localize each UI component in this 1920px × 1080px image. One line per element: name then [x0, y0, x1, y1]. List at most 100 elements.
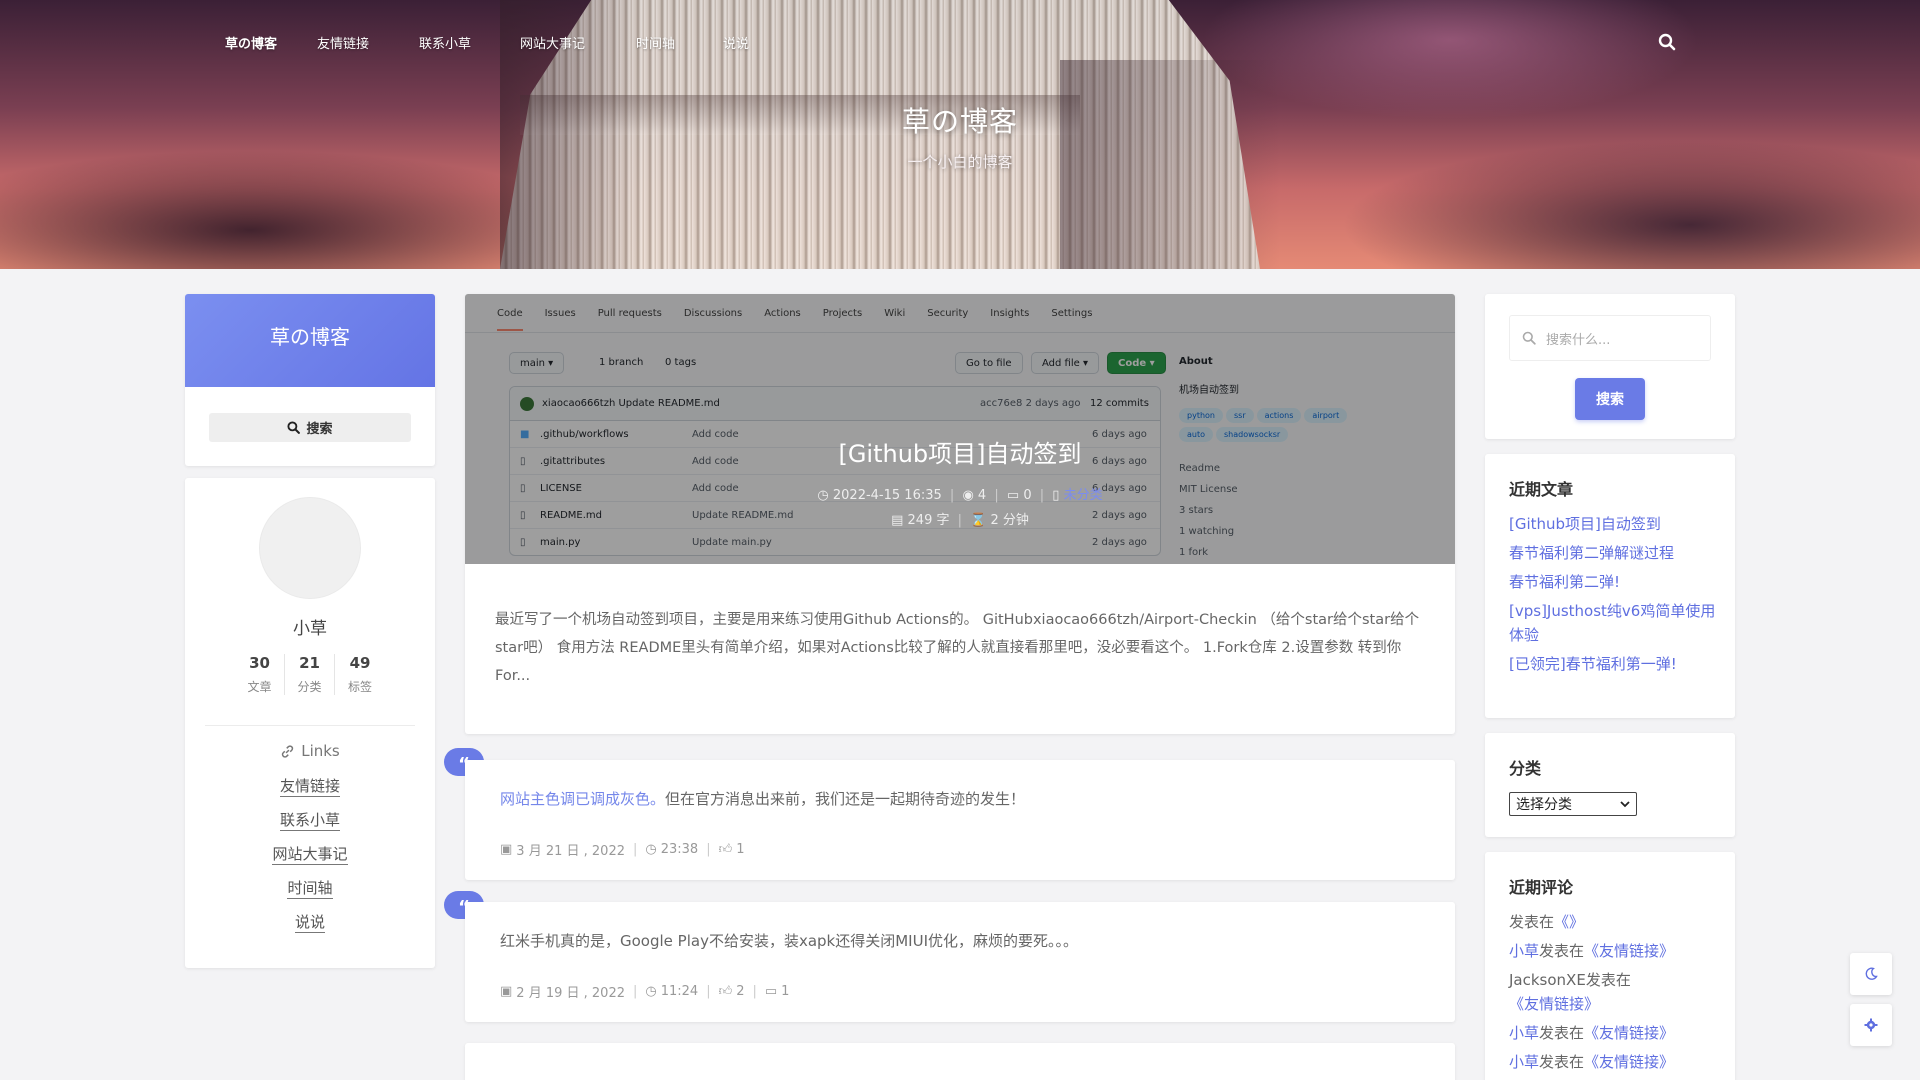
post-words: 249 字 [907, 513, 950, 528]
talk-likes: 1 [736, 842, 745, 857]
calendar-icon: ▣ [500, 984, 513, 999]
recent-post-link[interactable]: 春节福利第二弹解谜过程 [1509, 541, 1719, 565]
recent-comment[interactable]: JacksonXE发表在《友情链接》 [1509, 968, 1719, 1016]
recent-comment[interactable]: 小草发表在《友情链接》 [1509, 1021, 1719, 1045]
avatar[interactable] [259, 497, 361, 599]
nav-item-talk[interactable]: 说说 [723, 33, 749, 52]
stat-categories[interactable]: 21 分类 [285, 654, 335, 695]
chevron-down-icon [1620, 801, 1630, 808]
widget-title: 近期评论 [1509, 878, 1574, 897]
talk-text: 红米手机真的是，Google Play不给安装，装xapk还得关闭MIUI优化，… [500, 932, 1078, 950]
recent-comments-widget: 近期评论 发表在《》 小草发表在《友情链接》 JacksonXE发表在《友情链接… [1485, 852, 1735, 1080]
recent-comment[interactable]: 小草发表在《友情链接》 [1509, 1050, 1719, 1074]
clock-icon: ◷ [817, 488, 829, 503]
file-icon: ▤ [891, 513, 904, 528]
settings-button[interactable] [1850, 1004, 1892, 1046]
widget-title: 分类 [1509, 759, 1542, 778]
author-stats: 30 文章 21 分类 49 标签 [235, 654, 385, 695]
nav-brand[interactable]: 草の博客 [225, 33, 277, 52]
profile-link-talk[interactable]: 说说 [185, 911, 435, 933]
site-card: 草の博客 搜索 [185, 294, 435, 466]
recent-posts-widget: 近期文章 [Github项目]自动签到 春节福利第二弹解谜过程 春节福利第二弹!… [1485, 454, 1735, 718]
stat-label: 文章 [247, 680, 272, 694]
widget-title: 近期文章 [1509, 480, 1574, 499]
sidebar-search-button[interactable]: 搜索 [209, 413, 411, 442]
author-name: 小草 [293, 619, 327, 639]
top-nav: 草の博客 友情链接 联系小草 网站大事记 时间轴 说说 [0, 0, 1920, 86]
gear-icon [1864, 1018, 1878, 1032]
post-thumbnail[interactable]: Code Issues Pull requests Discussions Ac… [465, 294, 1455, 564]
post-read-time: 2 分钟 [990, 513, 1029, 528]
talk-text: 网站主色调已调成灰色。但在官方消息出来前，我们还是一起期待奇迹的发生！ [500, 790, 1026, 808]
nav-item-timeline[interactable]: 时间轴 [636, 33, 675, 52]
recent-post-link[interactable]: 春节福利第二弹! [1509, 570, 1719, 594]
stat-label: 标签 [347, 680, 372, 694]
thumbs-up-icon[interactable]: 👍︎ [719, 984, 733, 999]
nav-item-friend-links[interactable]: 友情链接 [317, 33, 369, 52]
divider [205, 725, 415, 726]
stat-posts[interactable]: 30 文章 [235, 654, 285, 695]
stat-number: 30 [249, 654, 270, 672]
post-views: 4 [977, 488, 987, 503]
post-date: 2022-4-15 16:35 [832, 488, 942, 503]
search-placeholder: 搜索什么... [1546, 332, 1611, 348]
category-select[interactable]: 选择分类 [1509, 792, 1637, 816]
thumbs-up-icon[interactable]: 👍︎ [719, 842, 733, 857]
talk-date: 3 月 21 日 , 2022 [516, 844, 625, 859]
search-icon [1522, 331, 1536, 345]
stat-label: 分类 [297, 680, 322, 694]
stat-number: 21 [299, 654, 320, 672]
clock-icon: ◷ [645, 842, 657, 857]
moon-icon [1865, 967, 1878, 980]
recent-comment[interactable]: 小草发表在《友情链接》 [1509, 939, 1719, 963]
clock-icon: ◷ [645, 984, 657, 999]
recent-post-link[interactable]: [vps]Justhost纯v6鸡简单使用体验 [1509, 599, 1719, 647]
nav-item-milestones[interactable]: 网站大事记 [520, 33, 585, 52]
profile-link-milestones[interactable]: 网站大事记 [185, 843, 435, 865]
post-meta-stats: ▤ 249 字 | ⌛ 2 分钟 [891, 513, 1029, 528]
comment-icon[interactable]: ▭ [765, 984, 777, 999]
talk-date: 2 月 19 日 , 2022 [516, 986, 625, 1001]
recent-post-link[interactable]: [Github项目]自动签到 [1509, 512, 1719, 536]
search-button[interactable]: 搜索 [1575, 378, 1645, 420]
hourglass-icon: ⌛ [970, 513, 987, 528]
search-icon[interactable] [1658, 33, 1676, 51]
post-comments: 0 [1023, 488, 1032, 503]
categories-widget: 分类 选择分类 [1485, 733, 1735, 837]
site-card-title: 草の博客 [185, 294, 435, 387]
hero-title: 草の博客 [901, 105, 1018, 138]
links-heading: Links [185, 742, 435, 760]
profile-link-contact[interactable]: 联系小草 [185, 809, 435, 831]
recent-post-link[interactable]: [已领完]春节福利第一弹! [1509, 652, 1719, 676]
search-icon [287, 421, 301, 434]
post-card[interactable]: Code Issues Pull requests Discussions Ac… [465, 294, 1455, 734]
hero-subtitle: 一个小白的博客 [907, 153, 1013, 171]
recent-comment[interactable]: 发表在《》 [1509, 910, 1719, 934]
talk-meta: ▣ 2 月 19 日 , 2022 | ◷ 11:24 | 👍︎ 2 | ▭ 1 [500, 984, 790, 1001]
sidebar-search-label: 搜索 [306, 422, 333, 437]
talk-time: 23:38 [660, 842, 699, 857]
nav-item-contact[interactable]: 联系小草 [419, 33, 471, 52]
links-heading-label: Links [301, 742, 340, 760]
stat-number: 49 [349, 654, 371, 672]
talk-card: 网站主色调已调成灰色。但在官方消息出来前，我们还是一起期待奇迹的发生！ ▣ 3 月… [465, 760, 1455, 880]
post-meta: ◷ 2022-4-15 16:35 | ◉ 4 | ▭ 0 | ▯ 未分类 [817, 488, 1103, 503]
search-widget: 搜索什么... 搜索 [1485, 294, 1735, 439]
comment-icon: ▭ [1006, 488, 1020, 503]
talk-comments: 1 [781, 984, 790, 999]
profile-link-timeline[interactable]: 时间轴 [185, 877, 435, 899]
talk-card: 红米手机真的是，Google Play不给安装，装xapk还得关闭MIUI优化，… [465, 902, 1455, 1022]
link-icon [282, 744, 294, 758]
talk-likes: 2 [736, 984, 745, 999]
search-input[interactable]: 搜索什么... [1509, 315, 1711, 361]
eye-icon: ◉ [962, 488, 974, 503]
bookmark-icon: ▯ [1052, 488, 1060, 503]
post-excerpt: 最近写了一个机场自动签到项目，主要是用来练习使用Github Actions的。… [495, 612, 1420, 684]
post-title[interactable]: [Github项目]自动签到 [465, 434, 1455, 469]
profile-link-friends[interactable]: 友情链接 [185, 775, 435, 797]
dark-mode-button[interactable] [1850, 953, 1892, 995]
profile-card: 小草 30 文章 21 分类 49 标签 Links 友情链接 联系小草 网站大… [185, 478, 435, 968]
stat-tags[interactable]: 49 标签 [335, 654, 385, 695]
post-category: 未分类 [1063, 488, 1103, 503]
talk-time: 11:24 [660, 984, 699, 999]
